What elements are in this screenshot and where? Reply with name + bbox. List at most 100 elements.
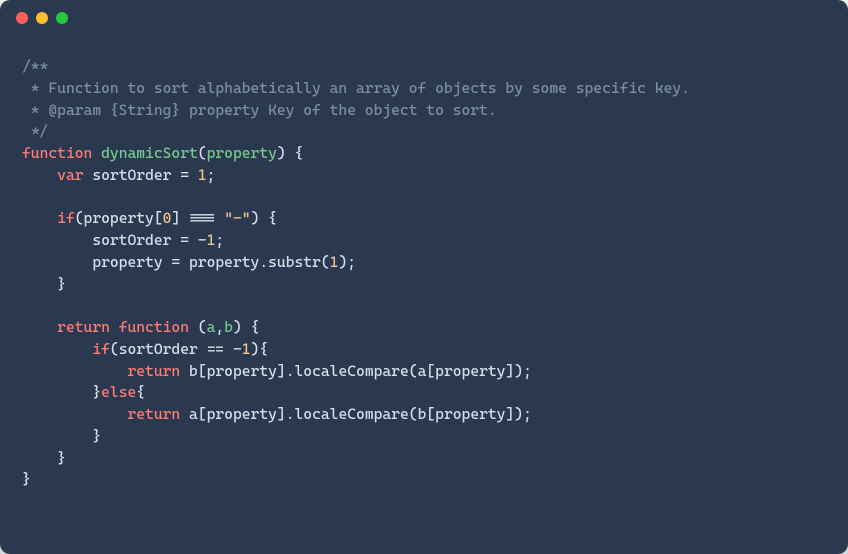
close-brace: } — [57, 449, 66, 467]
var-sortorder: sortOrder — [92, 166, 171, 184]
indent — [22, 209, 57, 227]
bracket-close: ] — [505, 405, 514, 423]
comment-line-3: * @param {String} property Key of the ob… — [22, 101, 497, 119]
equals: = — [171, 231, 197, 249]
indent — [22, 362, 127, 380]
var-b: b — [189, 362, 198, 380]
keyword-var: var — [57, 166, 83, 184]
keyword-function: function — [119, 318, 189, 336]
var-sortorder: sortOrder — [119, 340, 198, 358]
space — [180, 405, 189, 423]
comment-line-2: * Function to sort alphabetically an arr… — [22, 79, 690, 97]
minimize-icon[interactable] — [36, 12, 48, 24]
indent — [22, 340, 92, 358]
indent — [22, 231, 92, 249]
indent — [22, 318, 57, 336]
open-paren: ( — [409, 362, 418, 380]
keyword-return: return — [57, 318, 110, 336]
open-brace: { — [295, 144, 304, 162]
bracket-open: [ — [426, 405, 435, 423]
semicolon: ; — [207, 166, 216, 184]
close-icon[interactable] — [16, 12, 28, 24]
param-b: b — [224, 318, 233, 336]
string-dash: "-" — [224, 209, 250, 227]
bracket-open: [ — [154, 209, 163, 227]
param-property: property — [207, 144, 277, 162]
close-brace: } — [57, 275, 66, 293]
var-property: property — [84, 209, 154, 227]
bracket-open: [ — [198, 405, 207, 423]
triple-equals: === — [180, 209, 224, 227]
code-window: /** * Function to sort alphabetically an… — [0, 0, 848, 554]
keyword-function: function — [22, 144, 92, 162]
open-brace: { — [268, 209, 277, 227]
open-paren: ( — [75, 209, 84, 227]
open-paren: ( — [198, 318, 207, 336]
comment-line-1: /** — [22, 57, 48, 75]
var-property: property — [207, 405, 277, 423]
semicolon: ; — [523, 405, 532, 423]
comma: , — [215, 318, 224, 336]
close-brace: } — [92, 427, 101, 445]
minus: - — [198, 231, 207, 249]
number-1: 1 — [198, 166, 207, 184]
close-paren: ) — [277, 144, 286, 162]
keyword-if: if — [92, 340, 110, 358]
keyword-else: else — [101, 383, 136, 401]
code-area: /** * Function to sort alphabetically an… — [0, 36, 848, 554]
open-paren: ( — [409, 405, 418, 423]
var-property: property — [435, 405, 505, 423]
bracket-close: ] — [277, 405, 286, 423]
var-property: property — [189, 253, 259, 271]
indent — [22, 253, 92, 271]
space — [189, 318, 198, 336]
space — [242, 318, 251, 336]
var-property: property — [92, 253, 162, 271]
close-paren: ) — [514, 405, 523, 423]
titlebar — [0, 0, 848, 36]
close-paren: ) — [514, 362, 523, 380]
close-brace: } — [92, 383, 101, 401]
double-equals: == — [198, 340, 233, 358]
equals: = — [171, 166, 197, 184]
var-property: property — [435, 362, 505, 380]
open-paren: ( — [110, 340, 119, 358]
semicolon: ; — [215, 231, 224, 249]
indent — [22, 275, 57, 293]
minus: - — [233, 340, 242, 358]
semicolon: ; — [347, 253, 356, 271]
method-substr: substr — [268, 253, 321, 271]
space — [92, 144, 101, 162]
bracket-close: ] — [505, 362, 514, 380]
bracket-close: ] — [171, 209, 180, 227]
function-name: dynamicSort — [101, 144, 198, 162]
keyword-return: return — [127, 405, 180, 423]
bracket-close: ] — [277, 362, 286, 380]
indent — [22, 449, 57, 467]
var-a: a — [189, 405, 198, 423]
method-localecompare: localeCompare — [295, 362, 409, 380]
space — [259, 209, 268, 227]
open-brace: { — [259, 340, 268, 358]
indent — [22, 427, 92, 445]
number-1: 1 — [242, 340, 251, 358]
close-paren: ) — [338, 253, 347, 271]
equals: = — [163, 253, 189, 271]
comment-line-4: */ — [22, 122, 48, 140]
open-paren: ( — [321, 253, 330, 271]
close-brace: } — [22, 470, 31, 488]
close-paren: ) — [233, 318, 242, 336]
indent — [22, 383, 92, 401]
var-property: property — [207, 362, 277, 380]
keyword-return: return — [127, 362, 180, 380]
semicolon: ; — [523, 362, 532, 380]
space — [84, 166, 93, 184]
space — [286, 144, 295, 162]
space — [110, 318, 119, 336]
method-localecompare: localeCompare — [295, 405, 409, 423]
dot: . — [286, 362, 295, 380]
bracket-open: [ — [198, 362, 207, 380]
maximize-icon[interactable] — [56, 12, 68, 24]
open-brace: { — [251, 318, 260, 336]
dot: . — [259, 253, 268, 271]
